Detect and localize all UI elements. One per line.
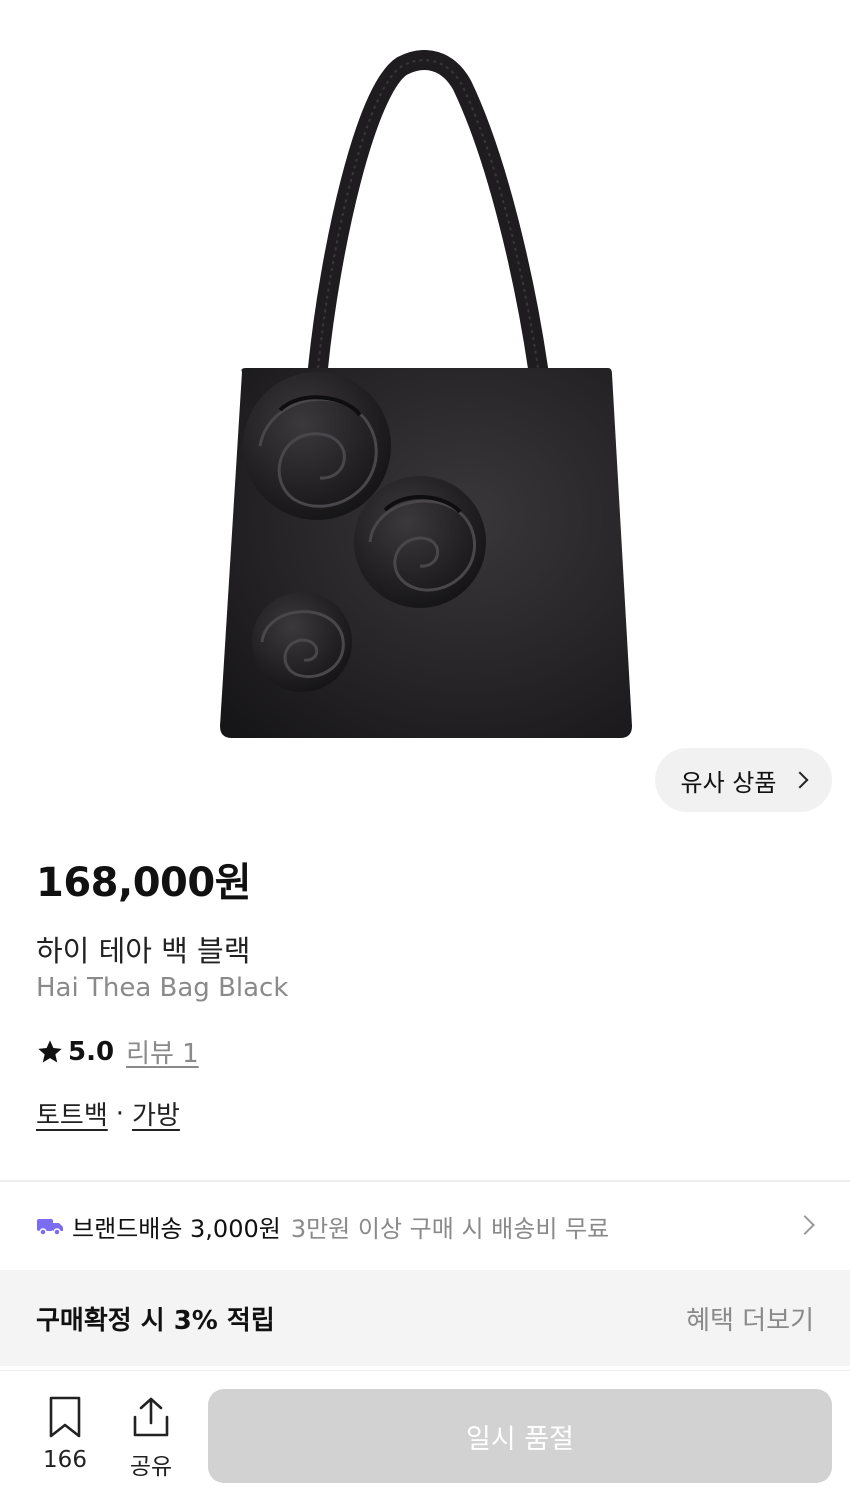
bookmark-button[interactable]: 166 xyxy=(32,1395,98,1473)
bookmark-icon xyxy=(49,1396,81,1438)
bottom-action-bar: 166 공유 일시 품절 xyxy=(0,1370,850,1500)
review-link[interactable]: 리뷰 1 xyxy=(126,1033,199,1070)
section-divider xyxy=(0,1180,850,1182)
rating-value: 5.0 xyxy=(68,1036,115,1067)
share-icon xyxy=(133,1397,169,1437)
product-name-english: Hai Thea Bag Black xyxy=(36,973,289,1003)
category-separator: · xyxy=(115,1098,125,1129)
soldout-button[interactable]: 일시 품절 xyxy=(208,1389,832,1483)
category-breadcrumb: 토트백 · 가방 xyxy=(36,1095,180,1132)
similar-products-label: 유사 상품 xyxy=(680,768,777,797)
category-link-tote[interactable]: 토트백 xyxy=(36,1095,108,1132)
category-link-bag[interactable]: 가방 xyxy=(132,1095,180,1132)
star-icon xyxy=(38,1039,62,1062)
product-image[interactable]: 유사 상품 xyxy=(0,0,850,830)
points-banner: 구매확정 시 3% 적립 혜택 더보기 xyxy=(0,1270,850,1366)
share-button[interactable]: 공유 xyxy=(118,1395,184,1481)
shipping-label: 브랜드배송 3,000원 xyxy=(72,1214,281,1243)
benefits-more-link[interactable]: 혜택 더보기 xyxy=(686,1300,814,1337)
shipping-info-row[interactable]: 브랜드배송 3,000원 3만원 이상 구매 시 배송비 무료 xyxy=(36,1208,826,1244)
truck-icon xyxy=(37,1219,63,1236)
shipping-note: 3만원 이상 구매 시 배송비 무료 xyxy=(290,1214,610,1243)
points-text: 구매확정 시 3% 적립 xyxy=(36,1306,275,1336)
chevron-right-icon xyxy=(795,1215,815,1235)
similar-products-button[interactable]: 유사 상품 xyxy=(655,748,832,812)
bookmark-count: 166 xyxy=(43,1447,87,1473)
product-name-korean: 하이 테아 백 블랙 xyxy=(36,934,251,968)
product-price: 168,000원 xyxy=(36,860,252,906)
product-photo xyxy=(220,50,632,738)
share-label: 공유 xyxy=(129,1454,173,1480)
rating-row: 5.0 리뷰 1 xyxy=(36,1033,199,1070)
chevron-right-icon xyxy=(791,771,809,789)
